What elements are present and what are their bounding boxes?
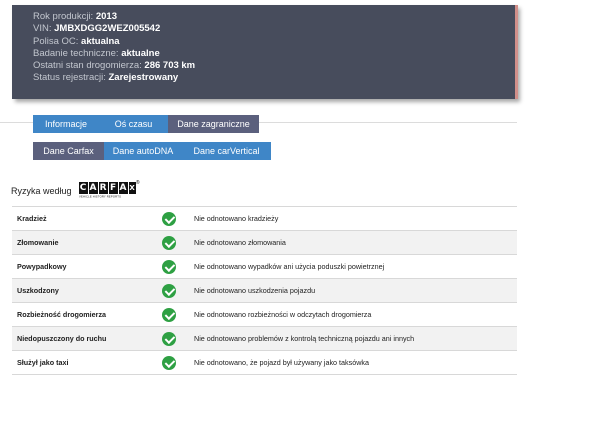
info-row-vin: VIN: JMBXDGG2WEZ005542 [33,23,161,35]
check-circle-icon [162,355,176,370]
tab-dane-carfax[interactable]: Dane Carfax [33,142,104,160]
risk-description: Nie odnotowano wypadków ani użycia podus… [194,262,385,271]
carfax-logo-letter: F [108,182,118,194]
check-circle-icon [162,283,176,298]
tab-informacje[interactable]: Informacje [33,115,99,133]
risk-label: Służył jako taxi [17,358,69,367]
carfax-logo-letter: X [128,182,136,194]
check-circle-icon [162,331,176,346]
risk-status-cell [162,279,194,303]
risk-label: Rozbieżność drogomierza [17,310,107,319]
risk-status-cell [162,255,194,279]
carfax-logo-letter: C [78,182,88,194]
tab-dane-carvertical[interactable]: Dane carVertical [182,142,271,160]
info-row-registration: Status rejestracji: Zarejestrowany [33,72,179,84]
carfax-logo-word: CARFAX [78,182,137,194]
tab-dane-zagraniczne[interactable]: Dane zagraniczne [168,115,259,133]
risk-description: Nie odnotowano uszkodzenia pojazdu [194,286,316,295]
risk-status-cell [162,327,194,351]
check-circle-icon [162,259,176,274]
risk-label: Niedopuszczony do ruchu [17,334,107,343]
risk-description: Nie odnotowano kradzieży [194,214,279,223]
check-circle-icon [162,235,176,250]
risk-heading: Ryzyka według CARFAX VEHICLE HISTORY REP… [11,180,140,200]
source-tab-bar: Dane Carfax Dane autoDNA Dane carVertica… [33,142,271,160]
carfax-logo-letter: R [98,182,108,194]
risk-status-cell [162,207,194,231]
info-row-odometer: Ostatni stan drogomierza: 286 703 km [33,60,196,72]
info-row-inspection: Badanie techniczne: aktualne [33,47,160,59]
carfax-logo-reg: ® [135,180,140,186]
risk-label: Powypadkowy [17,262,67,271]
risk-description: Nie odnotowano, że pojazd był używany ja… [194,358,369,367]
risk-description: Nie odnotowano problemów z kontrolą tech… [194,334,415,343]
table-row: Złomowanie Nie odnotowano złomowania [12,230,517,255]
tab-dane-autodna[interactable]: Dane autoDNA [104,142,182,160]
risk-description: Nie odnotowano złomowania [194,238,286,247]
carfax-logo-tagline: VEHICLE HISTORY REPORTS [78,195,121,199]
table-row: Kradzież Nie odnotowano kradzieży [12,206,517,231]
table-row: Służył jako taxi Nie odnotowano, że pojaz… [12,350,517,375]
carfax-logo-letter: A [88,182,98,194]
check-circle-icon [162,307,176,322]
risk-heading-label: Ryzyka według [11,186,72,196]
main-tab-bar: Informacje Oś czasu Dane zagraniczne [33,115,259,133]
check-circle-icon [162,211,176,226]
risk-description: Nie odnotowano rozbieżności w odczytach … [194,310,372,319]
info-row-year: Rok produkcji: 2013 [33,11,117,22]
tab-os-czasu[interactable]: Oś czasu [99,115,168,133]
carfax-logo-letter: A [118,182,128,194]
vehicle-info-panel: Rok produkcji: 2013 VIN: JMBXDGG2WEZ0055… [12,5,517,99]
carfax-logo: CARFAX VEHICLE HISTORY REPORTS ® [78,180,140,200]
table-row: Powypadkowy Nie odnotowano wypadków ani u… [12,254,517,279]
table-row: Uszkodzony Nie odnotowano uszkodzenia poj… [12,278,517,303]
risk-label: Uszkodzony [17,286,59,295]
risk-label: Złomowanie [17,238,59,247]
risk-status-cell [162,351,194,375]
risk-status-cell [162,303,194,327]
risk-table: Kradzież Nie odnotowano kradzieży Złomowan… [12,206,517,375]
panel-accent-edge [515,5,518,99]
table-row: Niedopuszczony do ruchu Nie odnotowano pr… [12,326,517,351]
info-row-insurance: Polisa OC: aktualna [33,35,120,47]
risk-status-cell [162,231,194,255]
risk-label: Kradzież [17,214,47,223]
table-row: Rozbieżność drogomierza Nie odnotowano ro… [12,302,517,327]
